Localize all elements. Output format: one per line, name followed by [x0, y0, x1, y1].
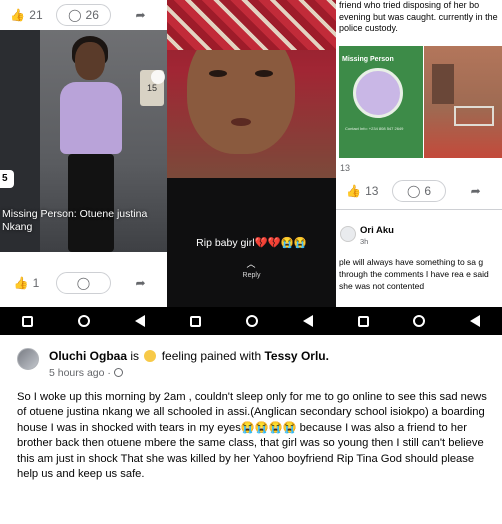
reaction-bar-bottom: 👍 1 ◯ ➦ — [0, 268, 167, 298]
post-body: So I woke up this morning by 2am , could… — [17, 391, 487, 481]
recent-apps-icon[interactable] — [189, 315, 201, 327]
android-nav-bar — [336, 307, 502, 335]
girl-blouse — [60, 82, 122, 154]
feeling-text: feeling pained with — [161, 349, 262, 363]
comment-text: ple will always have something to sa g t… — [339, 257, 489, 291]
comment-count-news: 6 — [424, 184, 432, 198]
comment-button-news[interactable]: ◯ 6 — [391, 180, 447, 202]
reaction-bar-news: 👍 13 ◯ 6 ➦ — [336, 176, 502, 206]
share-icon: ➦ — [135, 276, 146, 290]
like-icon: 👍 — [10, 8, 26, 22]
share-icon: ➦ — [135, 8, 146, 22]
flyer-title: Missing Person — [342, 56, 394, 63]
like-button[interactable]: 👍 21 — [0, 8, 53, 22]
chevron-up-icon[interactable]: ︿ — [245, 260, 257, 269]
post-header: Oluchi Ogbaa is feeling pained with Tess… — [49, 349, 329, 363]
side-badge: 5 — [0, 170, 14, 188]
share-icon: ➦ — [470, 184, 481, 198]
android-nav-bar — [167, 307, 336, 335]
reply-label[interactable]: Reply — [167, 272, 336, 279]
reaction-bar: 👍 21 ◯ 26 ➦ — [0, 0, 167, 30]
doorway — [432, 64, 454, 104]
post-time[interactable]: 5 hours ago — [49, 367, 104, 379]
comment-time: 3h — [360, 237, 369, 246]
comment-icon: ◯ — [68, 8, 82, 22]
comment-icon: ◯ — [406, 184, 421, 198]
flyer-photo — [353, 68, 403, 118]
panel-missing-person-photo: 👍 21 ◯ 26 ➦ 15 5 Missing Person: Otuene … — [0, 0, 167, 335]
story-caption: Rip baby girl💔💔😭😭 — [196, 237, 307, 249]
home-icon[interactable] — [77, 315, 90, 327]
head-scarf — [167, 0, 336, 50]
feeling-emoji-icon — [144, 350, 157, 362]
missing-girl-photo[interactable]: 15 5 Missing Person: Otuene justina Nkan… — [0, 30, 167, 252]
tagged-person[interactable]: Tessy Orlu. — [264, 349, 328, 363]
panel-news-post: friend who tried disposing of her bo eve… — [336, 0, 502, 335]
left-eye — [209, 70, 227, 77]
comment-button[interactable]: ◯ 26 — [56, 4, 111, 26]
missing-person-flyer[interactable]: Missing Person Contact Info: +234 808 54… — [339, 46, 423, 158]
like-button-news[interactable]: 👍 13 — [336, 184, 389, 198]
girl-trousers — [68, 154, 114, 252]
comment-count: 26 — [85, 8, 99, 22]
comment-icon: ◯ — [76, 276, 91, 290]
like-count: 21 — [29, 8, 43, 22]
back-icon[interactable] — [134, 315, 145, 327]
divider — [336, 209, 502, 210]
post-meta: 5 hours ago · — [49, 367, 123, 379]
home-icon[interactable] — [413, 315, 426, 327]
facebook-post: Oluchi Ogbaa is feeling pained with Tess… — [0, 335, 502, 524]
share-button[interactable]: ➦ — [114, 8, 167, 22]
author-avatar[interactable] — [17, 348, 39, 370]
commenter-avatar[interactable] — [340, 226, 356, 242]
right-eye — [255, 70, 273, 77]
screenshot-collage: 👍 21 ◯ 26 ➦ 15 5 Missing Person: Otuene … — [0, 0, 502, 335]
flyer-small-print: Contact Info: +234 808 547 2649 — [345, 126, 404, 131]
news-text: friend who tried disposing of her bo eve… — [339, 0, 498, 33]
commenter-name[interactable]: Ori Aku — [360, 225, 394, 236]
verb-is: is — [130, 349, 140, 363]
recent-apps-icon[interactable] — [22, 315, 34, 327]
like-button-bottom[interactable]: 👍 1 — [0, 276, 53, 290]
photo-caption: Missing Person: Otuene justina Nkang — [2, 208, 148, 233]
share-button-news[interactable]: ➦ — [449, 184, 502, 198]
back-icon[interactable] — [469, 315, 480, 327]
share-count: 13 — [340, 163, 351, 173]
like-icon: 👍 — [346, 184, 362, 198]
railing — [454, 106, 494, 126]
like-icon: 👍 — [13, 276, 29, 290]
comment-button-bottom[interactable]: ◯ — [56, 272, 111, 294]
android-nav-bar — [0, 307, 167, 335]
girl-head — [75, 42, 105, 80]
author-name[interactable]: Oluchi Ogbaa — [49, 349, 127, 363]
globe-icon — [113, 368, 123, 377]
house-photo[interactable] — [424, 46, 502, 158]
home-icon[interactable] — [245, 315, 258, 327]
selfie-photo — [167, 0, 336, 178]
panel-story: Rip baby girl💔💔😭😭 ︿ Reply — [167, 0, 336, 335]
like-count-bottom: 1 — [32, 276, 40, 290]
back-icon[interactable] — [303, 315, 314, 327]
share-button-bottom[interactable]: ➦ — [114, 276, 167, 290]
recent-apps-icon[interactable] — [358, 315, 370, 327]
mouth — [231, 118, 251, 126]
like-count-news: 13 — [365, 184, 379, 198]
more-options-icon[interactable] — [151, 70, 165, 84]
